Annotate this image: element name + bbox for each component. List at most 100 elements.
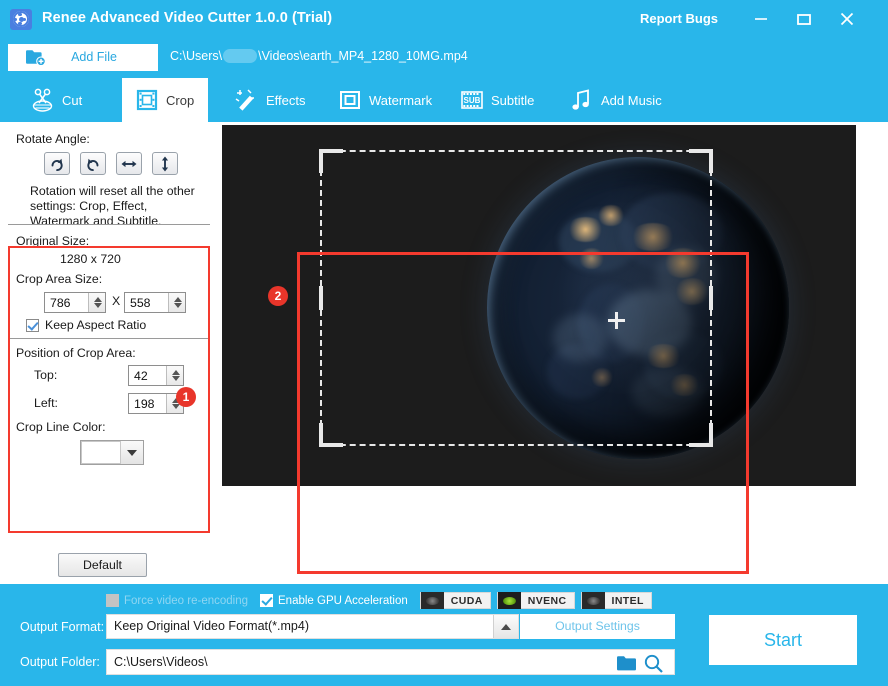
nvidia-icon bbox=[497, 592, 521, 609]
tab-crop[interactable]: Crop bbox=[122, 78, 208, 122]
crop-top-arrows[interactable] bbox=[166, 366, 183, 385]
chevron-down-icon[interactable] bbox=[121, 441, 143, 464]
output-folder-label: Output Folder: bbox=[20, 655, 100, 669]
crop-left-input[interactable] bbox=[129, 394, 168, 413]
output-format-select[interactable]: Keep Original Video Format(*.mp4) bbox=[106, 614, 519, 639]
add-file-button[interactable]: Add File bbox=[8, 44, 158, 71]
file-row: Add File C:\Users\ \Videos\earth_MP4_1280… bbox=[0, 38, 888, 104]
chevron-up-icon[interactable] bbox=[493, 615, 518, 638]
current-file-path: C:\Users\ \Videos\earth_MP4_1280_10MG.mp4 bbox=[170, 49, 468, 63]
crop-top-stepper[interactable] bbox=[128, 365, 184, 386]
keep-aspect-ratio-checkbox[interactable]: Keep Aspect Ratio bbox=[26, 318, 146, 332]
crop-handle-bottom-left-v[interactable] bbox=[319, 423, 323, 447]
nvidia-icon bbox=[420, 592, 444, 609]
checkbox-box bbox=[106, 594, 119, 607]
rotate-note: Rotation will reset all the other settin… bbox=[30, 184, 195, 228]
color-swatch bbox=[81, 441, 121, 464]
start-button[interactable]: Start bbox=[709, 615, 857, 665]
maximize-button[interactable] bbox=[790, 8, 818, 30]
force-reencoding-checkbox[interactable]: Force video re-encoding bbox=[106, 594, 248, 607]
rotate-left-button[interactable] bbox=[80, 152, 106, 175]
flip-vertical-button[interactable] bbox=[152, 152, 178, 175]
file-path-prefix: C:\Users\ bbox=[170, 49, 223, 63]
size-separator: X bbox=[112, 294, 121, 308]
app-title: Renee Advanced Video Cutter 1.0.0 (Trial… bbox=[42, 10, 333, 26]
video-preview[interactable] bbox=[222, 125, 856, 486]
app-window: Renee Advanced Video Cutter 1.0.0 (Trial… bbox=[0, 0, 888, 686]
main-content: Rotate Angle: Rotation will reset all th… bbox=[0, 122, 888, 686]
tab-crop-label: Crop bbox=[166, 92, 195, 108]
title-bar: Renee Advanced Video Cutter 1.0.0 (Trial… bbox=[0, 0, 888, 38]
crop-width-stepper[interactable] bbox=[44, 292, 106, 313]
close-button[interactable] bbox=[833, 8, 861, 30]
scissors-icon bbox=[30, 87, 56, 113]
annotation-badge-1: 1 bbox=[176, 387, 196, 407]
crop-line-color-label: Crop Line Color: bbox=[16, 420, 106, 434]
tab-add-music-label: Add Music bbox=[601, 92, 662, 108]
crop-line-color-select[interactable] bbox=[80, 440, 144, 465]
force-reencoding-label: Force video re-encoding bbox=[124, 594, 249, 607]
tab-add-music[interactable]: Add Music bbox=[557, 78, 674, 122]
crop-width-arrows[interactable] bbox=[88, 293, 105, 312]
annotation-badge-2: 2 bbox=[268, 286, 288, 306]
crop-handle-top-right-h[interactable] bbox=[689, 149, 713, 153]
minimize-button[interactable] bbox=[747, 8, 775, 30]
tab-watermark-label: Watermark bbox=[369, 92, 433, 108]
gpu-badge-intel: INTEL bbox=[580, 592, 652, 609]
crop-film-icon bbox=[134, 87, 160, 113]
crop-handle-bottom-left-h[interactable] bbox=[319, 443, 343, 447]
file-path-suffix: \Videos\earth_MP4_1280_10MG.mp4 bbox=[258, 49, 468, 63]
tab-effects[interactable]: Effects bbox=[222, 78, 318, 122]
earth-video-image bbox=[487, 157, 789, 459]
crop-height-arrows[interactable] bbox=[168, 293, 185, 312]
search-icon[interactable] bbox=[644, 654, 663, 673]
tab-subtitle[interactable]: SUB Subtitle bbox=[447, 78, 546, 122]
add-file-label: Add File bbox=[71, 50, 117, 64]
gpu-badge-intel-label: INTEL bbox=[611, 594, 644, 607]
folder-icon[interactable] bbox=[617, 655, 636, 671]
gpu-options-row: Force video re-encoding Enable GPU Accel… bbox=[106, 592, 658, 609]
crop-height-input[interactable] bbox=[125, 293, 170, 312]
tab-cut-label: Cut bbox=[62, 92, 83, 108]
default-button[interactable]: Default bbox=[58, 553, 147, 577]
top-label: Top: bbox=[34, 368, 58, 382]
report-bugs-link[interactable]: Report Bugs bbox=[640, 11, 718, 26]
enable-gpu-checkbox[interactable]: Enable GPU Acceleration bbox=[260, 594, 408, 607]
original-size-label: Original Size: bbox=[16, 234, 90, 248]
checkbox-box bbox=[260, 594, 274, 607]
crop-handle-top-left-v[interactable] bbox=[319, 149, 323, 173]
video-frame bbox=[222, 125, 856, 486]
output-format-label: Output Format: bbox=[20, 620, 105, 634]
tab-effects-label: Effects bbox=[266, 92, 306, 108]
crop-handle-left[interactable] bbox=[319, 286, 323, 310]
flip-horizontal-button[interactable] bbox=[116, 152, 142, 175]
square-frame-icon bbox=[337, 87, 363, 113]
left-label: Left: bbox=[34, 396, 58, 410]
checkbox-box bbox=[26, 318, 39, 332]
music-note-icon bbox=[569, 87, 595, 113]
crop-handle-top-right-v[interactable] bbox=[709, 149, 713, 173]
gpu-badge-nvenc-label: NVENC bbox=[527, 594, 567, 607]
crop-height-stepper[interactable] bbox=[124, 292, 186, 313]
crop-top-input[interactable] bbox=[129, 366, 168, 385]
gpu-badge-nvenc: NVENC bbox=[496, 592, 575, 609]
crop-area-size-label: Crop Area Size: bbox=[16, 272, 103, 286]
output-settings-button[interactable]: Output Settings bbox=[520, 614, 675, 639]
keep-aspect-ratio-label: Keep Aspect Ratio bbox=[45, 318, 147, 332]
position-of-crop-area-label: Position of Crop Area: bbox=[16, 346, 136, 360]
tab-cut[interactable]: Cut bbox=[18, 78, 94, 122]
tab-subtitle-label: Subtitle bbox=[491, 92, 535, 108]
crop-handle-top-left-h[interactable] bbox=[319, 149, 343, 153]
tab-bar: Cut Crop Effects Watermark SUB Subtitle … bbox=[0, 78, 888, 122]
original-size-value: 1280 x 720 bbox=[60, 252, 121, 266]
redacted-username bbox=[223, 49, 258, 63]
crop-width-input[interactable] bbox=[45, 293, 90, 312]
output-folder-value: C:\Users\Videos\ bbox=[114, 655, 208, 669]
gpu-badge-cuda: CUDA bbox=[419, 592, 491, 609]
output-folder-field[interactable]: C:\Users\Videos\ bbox=[106, 649, 675, 675]
magic-wand-icon bbox=[234, 87, 260, 113]
enable-gpu-label: Enable GPU Acceleration bbox=[278, 594, 408, 607]
rotate-right-button[interactable] bbox=[44, 152, 70, 175]
tab-watermark[interactable]: Watermark bbox=[325, 78, 444, 122]
film-reel-icon bbox=[10, 9, 32, 30]
